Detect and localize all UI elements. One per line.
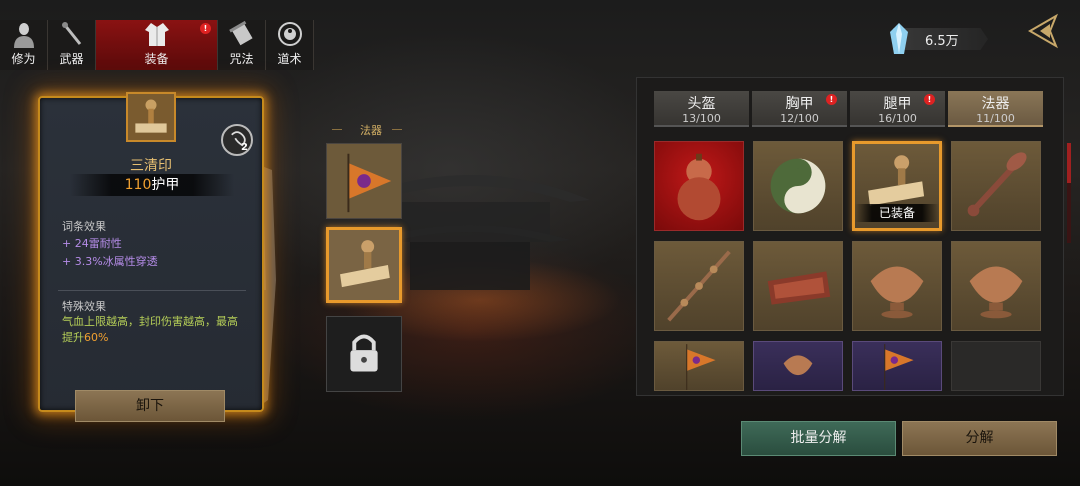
lotus-bowl-icon xyxy=(969,266,1023,319)
unequip-button[interactable]: 卸下 xyxy=(75,390,225,422)
inventory-item[interactable] xyxy=(753,141,843,231)
back-icon[interactable] xyxy=(1022,12,1060,50)
inventory-item[interactable] xyxy=(951,141,1041,231)
equip-slot-banner[interactable] xyxy=(326,143,402,219)
inventory-tab-chest[interactable]: 胸甲 12/100 ! xyxy=(752,91,847,127)
banner-icon xyxy=(327,144,401,218)
inventory-item-equipped[interactable]: 已装备 xyxy=(852,141,942,231)
item-armor: 110护甲 xyxy=(70,174,234,196)
sword-icon xyxy=(61,22,81,45)
item-detail-icon xyxy=(126,92,176,142)
section-divider xyxy=(58,290,246,291)
bulk-salvage-button[interactable]: 批量分解 xyxy=(741,421,896,456)
inventory-item[interactable] xyxy=(753,241,843,331)
yin-yang-icon xyxy=(770,158,826,214)
inventory-tab-count: 12/100 xyxy=(780,112,819,125)
lotus-bowl-icon xyxy=(783,355,813,376)
item-detail-card: 2 三清印 110护甲 词条效果 + 24雷耐性 + 3.3%冰属性穿透 特殊效… xyxy=(38,92,264,412)
equip-slot-locked[interactable] xyxy=(326,316,402,392)
tab-weapon[interactable]: 武器 xyxy=(48,20,96,70)
entry-effects-title: 词条效果 xyxy=(62,220,106,233)
inventory-tab-count: 11/100 xyxy=(976,112,1015,125)
special-effect-text: 气血上限越高，封印伤害越高，最高提升60% xyxy=(62,314,238,346)
tab-taoism[interactable]: 道术 xyxy=(266,20,314,70)
tab-spells-label: 咒法 xyxy=(229,52,254,66)
armor-value: 110 xyxy=(124,177,152,193)
inventory-item[interactable] xyxy=(654,341,744,391)
cultivation-icon xyxy=(13,23,34,48)
equip-slot-seal[interactable] xyxy=(326,227,402,303)
inventory-tab-count: 13/100 xyxy=(682,112,721,125)
inventory-scrollbar[interactable] xyxy=(1067,143,1071,243)
tab-taoism-label: 道术 xyxy=(277,52,302,66)
robe-icon xyxy=(144,23,169,46)
inventory-empty-slot[interactable] xyxy=(951,341,1041,391)
coin-sword-icon xyxy=(667,250,731,322)
tab-cultivation-label: 修为 xyxy=(11,52,36,66)
scroll-icon xyxy=(228,20,253,46)
inventory-item[interactable] xyxy=(951,241,1041,331)
tab-weapon-label: 武器 xyxy=(59,52,84,66)
inventory-item[interactable] xyxy=(753,341,843,391)
gem-slot-badge[interactable]: 2 xyxy=(221,124,253,156)
currency-value: 6.5万 xyxy=(925,33,959,49)
salvage-button[interactable]: 分解 xyxy=(902,421,1057,456)
inventory-tab-legs[interactable]: 腿甲 16/100 ! xyxy=(850,91,945,127)
seal-stamp-icon xyxy=(135,99,167,133)
lock-icon xyxy=(350,334,378,372)
equip-column-label: 法器 xyxy=(360,124,382,137)
scrollbar-thumb[interactable] xyxy=(1067,143,1071,183)
entry-effect-line: + 24雷耐性 xyxy=(62,237,122,250)
item-name: 三清印 xyxy=(130,158,172,174)
inventory-panel: 头盔 13/100 胸甲 12/100 ! 腿甲 16/100 ! 法器 11/… xyxy=(636,77,1064,396)
notification-badge: ! xyxy=(200,23,211,34)
seal-stamp-icon xyxy=(329,230,399,300)
gourd-icon xyxy=(677,153,721,221)
inventory-item[interactable] xyxy=(852,241,942,331)
inventory-tab-count: 16/100 xyxy=(878,112,917,125)
armor-label: 护甲 xyxy=(151,177,180,193)
inventory-tab-name: 头盔 xyxy=(687,96,716,112)
lotus-bowl-icon xyxy=(870,266,924,319)
tab-equipment[interactable]: 装备 ! xyxy=(96,20,218,70)
special-effects-title: 特殊效果 xyxy=(62,300,106,313)
top-tab-bar: 修为 武器 装备 ! 咒法 道术 xyxy=(0,20,314,70)
inventory-tab-helmet[interactable]: 头盔 13/100 xyxy=(654,91,749,127)
inventory-item[interactable] xyxy=(654,241,744,331)
equipped-tag: 已装备 xyxy=(855,204,939,222)
tab-equipment-label: 装备 xyxy=(144,52,169,66)
inventory-item[interactable] xyxy=(654,141,744,231)
ruyi-scepter-icon xyxy=(967,152,1027,217)
inventory-tab-name: 法器 xyxy=(981,96,1010,112)
banner-icon xyxy=(686,344,716,390)
inventory-tab-artifact[interactable]: 法器 11/100 xyxy=(948,91,1043,127)
tab-spells[interactable]: 咒法 xyxy=(218,20,266,70)
taiji-icon xyxy=(277,22,302,46)
banner-icon xyxy=(884,344,914,390)
entry-effect-line: + 3.3%冰属性穿透 xyxy=(62,255,158,268)
tab-cultivation[interactable]: 修为 xyxy=(0,20,48,70)
bagua-mirror-icon xyxy=(767,271,831,305)
gem-count: 2 xyxy=(241,142,248,153)
special-effect-percent: 60% xyxy=(84,331,109,344)
label-divider xyxy=(332,129,342,130)
notification-badge: ! xyxy=(924,94,935,105)
label-divider xyxy=(392,129,402,130)
notification-badge: ! xyxy=(826,94,837,105)
inventory-item[interactable] xyxy=(852,341,942,391)
crystal-icon xyxy=(890,23,908,54)
